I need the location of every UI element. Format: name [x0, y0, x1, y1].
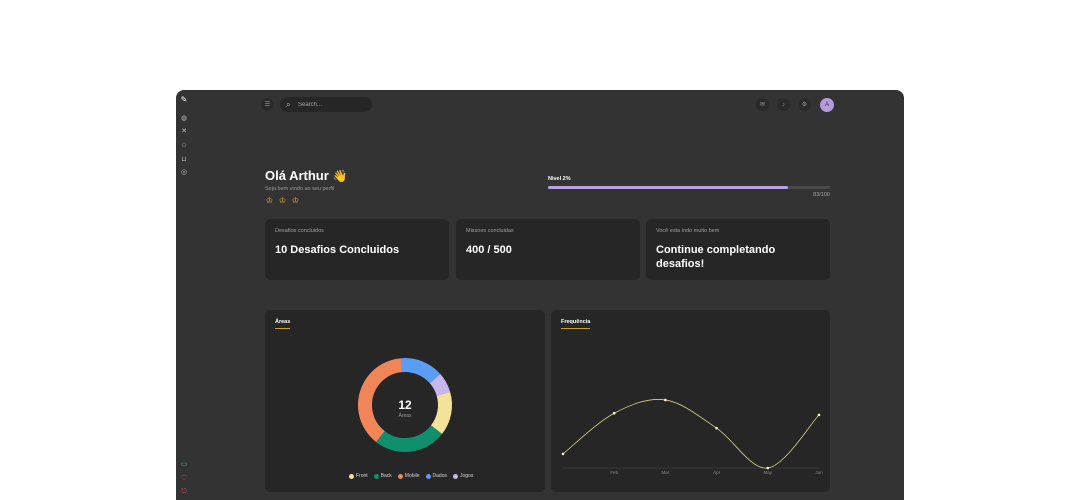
stat-card-value: Continue completando desafios!	[656, 244, 776, 270]
frequency-panel: Frequência Feb Mar Apr May Jun	[551, 310, 830, 492]
frequency-point[interactable]	[561, 452, 565, 456]
sidebar-rail: ✎ ◍ ✕ ☆ ⊔ ◎ ▭ ♡ ⎋	[176, 90, 192, 500]
level-count: 83/100	[813, 192, 830, 198]
settings-icon[interactable]: ⚙	[798, 98, 811, 111]
legend-item[interactable]: Dados	[425, 473, 447, 479]
frequency-line-chart: Feb Mar Apr May Jun	[561, 398, 823, 475]
badge-row: ♔ ♔ ♔	[265, 196, 300, 205]
legend-label: Front	[356, 473, 368, 479]
star-icon[interactable]: ☆	[180, 142, 188, 150]
level-label: Nivel 2%	[548, 176, 571, 182]
search-bar[interactable]: ⌕	[280, 97, 372, 112]
legend-item[interactable]: Jogos	[452, 473, 474, 479]
heart-icon[interactable]: ♡	[180, 475, 188, 483]
stat-card-label: Você esta indo muito bem	[656, 228, 720, 234]
trophy-badge-icon: ♔	[291, 196, 300, 205]
legend-item[interactable]: Back	[373, 473, 392, 479]
stat-card-missions: Missoes concluidas 400 / 500	[456, 219, 640, 280]
donut-center-value: 12	[398, 398, 412, 412]
legend-swatch	[425, 473, 431, 479]
x-tick-label: Feb	[610, 470, 618, 475]
stat-card-challenges: Desafios concluidos 10 Desafios Concluid…	[265, 219, 449, 280]
legend-swatch	[452, 473, 458, 479]
frequency-point[interactable]	[612, 411, 616, 415]
search-input[interactable]	[296, 101, 368, 108]
x-tick-label: Apr	[713, 470, 721, 475]
stat-card-label: Desafios concluidos	[275, 228, 324, 234]
level-progress-bar	[548, 186, 830, 189]
mail-icon[interactable]: ✉	[756, 98, 769, 111]
areas-legend: Front Back Mobile Dados Jogos	[349, 473, 473, 479]
legend-label: Back	[380, 473, 392, 479]
legend-label: Jogos	[459, 473, 474, 479]
globe-icon[interactable]: ◍	[180, 115, 188, 123]
legend-swatch	[349, 473, 354, 479]
trophy-badge-icon: ♔	[278, 196, 287, 205]
x-tick-label: Mar	[662, 470, 670, 475]
legend-label: Dados	[432, 473, 447, 479]
stat-card-value: 400 / 500	[466, 244, 512, 256]
legend-swatch	[373, 473, 379, 479]
search-icon: ⌕	[286, 99, 291, 109]
legend-swatch	[397, 473, 403, 479]
legend-label: Mobile	[404, 473, 420, 479]
cart-icon[interactable]: ⊔	[180, 156, 188, 164]
x-tick-label: Jun	[815, 470, 823, 475]
exit-icon[interactable]: ⎋	[180, 488, 188, 496]
legend-item[interactable]: Front	[349, 473, 368, 479]
tools-icon[interactable]: ✕	[180, 128, 188, 136]
areas-donut-chart: 12 Áreas	[357, 358, 452, 453]
level-progress-fill	[548, 186, 788, 189]
app-window: ✎ ◍ ✕ ☆ ⊔ ◎ ▭ ♡ ⎋ ☰ ⌕ ✉ ♪ ⚙ A Olá Arthur…	[176, 90, 904, 500]
greeting-text: Olá Arthur	[265, 168, 329, 183]
avatar[interactable]: A	[820, 98, 834, 112]
x-tick-label: May	[764, 470, 773, 475]
stat-card-label: Missoes concluidas	[466, 228, 514, 234]
frequency-point[interactable]	[766, 466, 770, 470]
frequency-series-line	[562, 399, 820, 469]
grid-icon[interactable]: ◎	[180, 169, 188, 177]
legend-item[interactable]: Mobile	[397, 473, 420, 479]
chat-icon[interactable]: ▭	[180, 461, 188, 469]
frequency-point[interactable]	[664, 398, 667, 402]
stat-card-encouragement: Você esta indo muito bem Continue comple…	[646, 219, 830, 280]
pencil-icon[interactable]: ✎	[180, 96, 188, 104]
trophy-badge-icon: ♔	[265, 196, 274, 205]
frequency-point[interactable]	[817, 413, 821, 417]
frequency-point[interactable]	[715, 426, 718, 430]
wave-icon: 👋	[332, 169, 348, 183]
bell-icon[interactable]: ♪	[777, 98, 790, 111]
menu-toggle-icon[interactable]: ☰	[261, 98, 274, 111]
areas-panel: Áreas 12 Áreas Front Back Mobile Dados J…	[265, 310, 545, 492]
stat-card-value: 10 Desafios Concluidos	[275, 244, 400, 256]
donut-center-label: Áreas	[398, 412, 412, 419]
greeting-title: Olá Arthur 👋	[265, 168, 347, 183]
greeting-subtitle: Seja bem vindo ao seu perfil	[265, 186, 335, 192]
